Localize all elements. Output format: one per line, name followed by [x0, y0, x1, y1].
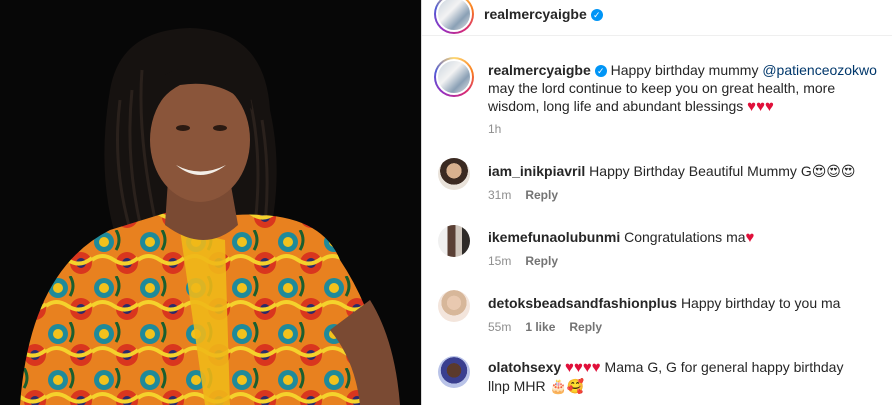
- reply-button[interactable]: Reply: [569, 320, 602, 334]
- red-heart-icon: ♥: [745, 229, 755, 246]
- comment-text-line2: llnp MHR: [488, 378, 546, 394]
- comment-text: Congratulations ma: [624, 229, 746, 245]
- comment-username[interactable]: iam_inikpiavril: [488, 163, 585, 179]
- comment-avatar[interactable]: [438, 356, 470, 388]
- reply-button[interactable]: Reply: [525, 188, 558, 202]
- comment-avatar[interactable]: [438, 158, 470, 190]
- woman-portrait-image: [0, 0, 421, 405]
- likes-count-button[interactable]: 1 like: [525, 320, 555, 334]
- comment-time[interactable]: 15m: [488, 254, 511, 268]
- comment-meta: 15m Reply: [488, 254, 558, 268]
- comment-username[interactable]: ikemefunaolubunmi: [488, 229, 620, 245]
- comment-text: Happy birthday to you ma: [680, 295, 841, 311]
- comment-avatar[interactable]: [438, 290, 470, 322]
- post-photo[interactable]: [0, 0, 421, 405]
- caption-username[interactable]: realmercyaigbe: [488, 62, 591, 78]
- caption-text: Happy birthday mummy: [610, 62, 759, 78]
- comment-time[interactable]: 31m: [488, 188, 511, 202]
- comment-text: Mama G, G for general happy birthday: [604, 359, 844, 375]
- post-timestamp[interactable]: 1h: [488, 122, 501, 136]
- caption-mention-link[interactable]: @patienceozokwo: [762, 62, 877, 78]
- verified-badge-icon: ✓: [594, 65, 607, 77]
- comment-meta: 31m Reply: [488, 188, 558, 202]
- comment-item: ikemefunaolubunmi Congratulations ma♥: [488, 228, 754, 247]
- red-heart-icon: ♥♥♥: [747, 98, 774, 115]
- post-caption: realmercyaigbe ✓ Happy birthday mummy @pa…: [488, 61, 886, 116]
- comment-username[interactable]: olatohsexy: [488, 359, 561, 375]
- verified-badge-icon: ✓: [590, 9, 603, 21]
- comment-item: detoksbeadsandfashionplus Happy birthday…: [488, 294, 840, 312]
- comment-text: Happy Birthday Beautiful Mummy G: [589, 163, 812, 179]
- post-header: realmercyaigbe ✓: [422, 0, 892, 36]
- reply-button[interactable]: Reply: [525, 254, 558, 268]
- comment-time[interactable]: 55m: [488, 320, 511, 334]
- author-username[interactable]: realmercyaigbe: [484, 6, 587, 22]
- comment-username[interactable]: detoksbeadsandfashionplus: [488, 295, 677, 311]
- comment-avatar[interactable]: [438, 225, 470, 257]
- comments-panel: realmercyaigbe ✓ realmercyaigbe ✓ Happy bi…: [422, 0, 892, 405]
- comment-item: iam_inikpiavril Happy Birthday Beautiful…: [488, 162, 856, 181]
- heart-eyes-emoji-icon: 😍😍😍: [811, 164, 856, 180]
- cake-smiling-emoji-icon: 🎂🥰: [549, 379, 585, 395]
- comment-item: olatohsexy ♥♥♥♥ Mama G, G for general ha…: [488, 358, 888, 396]
- caption-avatar[interactable]: [434, 57, 474, 97]
- comment-meta: 55m 1 like Reply: [488, 320, 602, 334]
- caption-body: may the lord continue to keep you on gre…: [488, 80, 836, 114]
- red-heart-icon: ♥♥♥♥: [565, 359, 601, 376]
- author-avatar[interactable]: [434, 0, 474, 34]
